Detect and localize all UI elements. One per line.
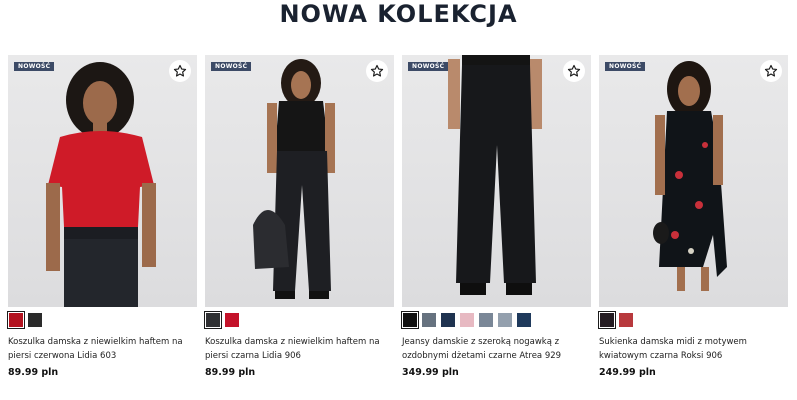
color-swatch[interactable] <box>401 311 419 329</box>
color-swatch[interactable] <box>421 312 437 328</box>
new-badge: NOWOŚĆ <box>211 62 252 71</box>
product-image[interactable]: NOWOŚĆ <box>599 55 788 307</box>
color-swatches <box>204 311 240 329</box>
product-grid: NOWOŚĆ Koszulka damska z niewielkim haft… <box>7 55 790 395</box>
product-card[interactable]: NOWOŚĆ Jeansy damskie z szeroką nogawką … <box>401 55 591 395</box>
color-swatch[interactable] <box>598 311 616 329</box>
color-swatch[interactable] <box>27 312 43 328</box>
color-swatches <box>598 311 634 329</box>
star-icon <box>567 64 581 77</box>
product-price: 89.99 pln <box>205 367 256 378</box>
color-swatch[interactable] <box>224 312 240 328</box>
product-card[interactable]: NOWOŚĆ Sukienka damska midi z motywem kw… <box>598 55 788 395</box>
add-to-favorites-button[interactable] <box>366 60 388 82</box>
product-image[interactable]: NOWOŚĆ <box>205 55 394 307</box>
model-photo <box>653 61 727 291</box>
product-price: 89.99 pln <box>8 367 59 378</box>
product-name[interactable]: Jeansy damskie z szeroką nogawką z ozdob… <box>402 335 587 363</box>
color-swatch[interactable] <box>497 312 513 328</box>
product-image[interactable]: NOWOŚĆ <box>8 55 197 307</box>
color-swatch[interactable] <box>7 311 25 329</box>
add-to-favorites-button[interactable] <box>563 60 585 82</box>
product-name[interactable]: Sukienka damska midi z motywem kwiatowym… <box>599 335 784 363</box>
product-image[interactable]: NOWOŚĆ <box>402 55 591 307</box>
color-swatch[interactable] <box>459 312 475 328</box>
color-swatches <box>7 311 43 329</box>
product-card[interactable]: NOWOŚĆ Koszulka damska z niewielkim haft… <box>7 55 197 395</box>
color-swatch[interactable] <box>440 312 456 328</box>
product-name[interactable]: Koszulka damska z niewielkim haftem na p… <box>8 335 193 363</box>
product-price: 249.99 pln <box>599 367 656 378</box>
color-swatch[interactable] <box>478 312 494 328</box>
add-to-favorites-button[interactable] <box>760 60 782 82</box>
color-swatch[interactable] <box>204 311 222 329</box>
star-icon <box>173 64 187 77</box>
add-to-favorites-button[interactable] <box>169 60 191 82</box>
product-card[interactable]: NOWOŚĆ Koszulka damska z niewielkim haft… <box>204 55 394 395</box>
new-badge: NOWOŚĆ <box>408 62 449 71</box>
product-price: 349.99 pln <box>402 367 459 378</box>
section-title: NOWA KOLEKCJA <box>279 0 518 28</box>
model-photo <box>253 59 335 299</box>
color-swatch[interactable] <box>516 312 532 328</box>
model-photo <box>448 55 542 295</box>
new-badge: NOWOŚĆ <box>605 62 646 71</box>
new-badge: NOWOŚĆ <box>14 62 55 71</box>
model-photo <box>46 62 156 307</box>
star-icon <box>370 64 384 77</box>
star-icon <box>764 64 778 77</box>
product-name[interactable]: Koszulka damska z niewielkim haftem na p… <box>205 335 390 363</box>
color-swatches <box>401 311 532 329</box>
color-swatch[interactable] <box>618 312 634 328</box>
